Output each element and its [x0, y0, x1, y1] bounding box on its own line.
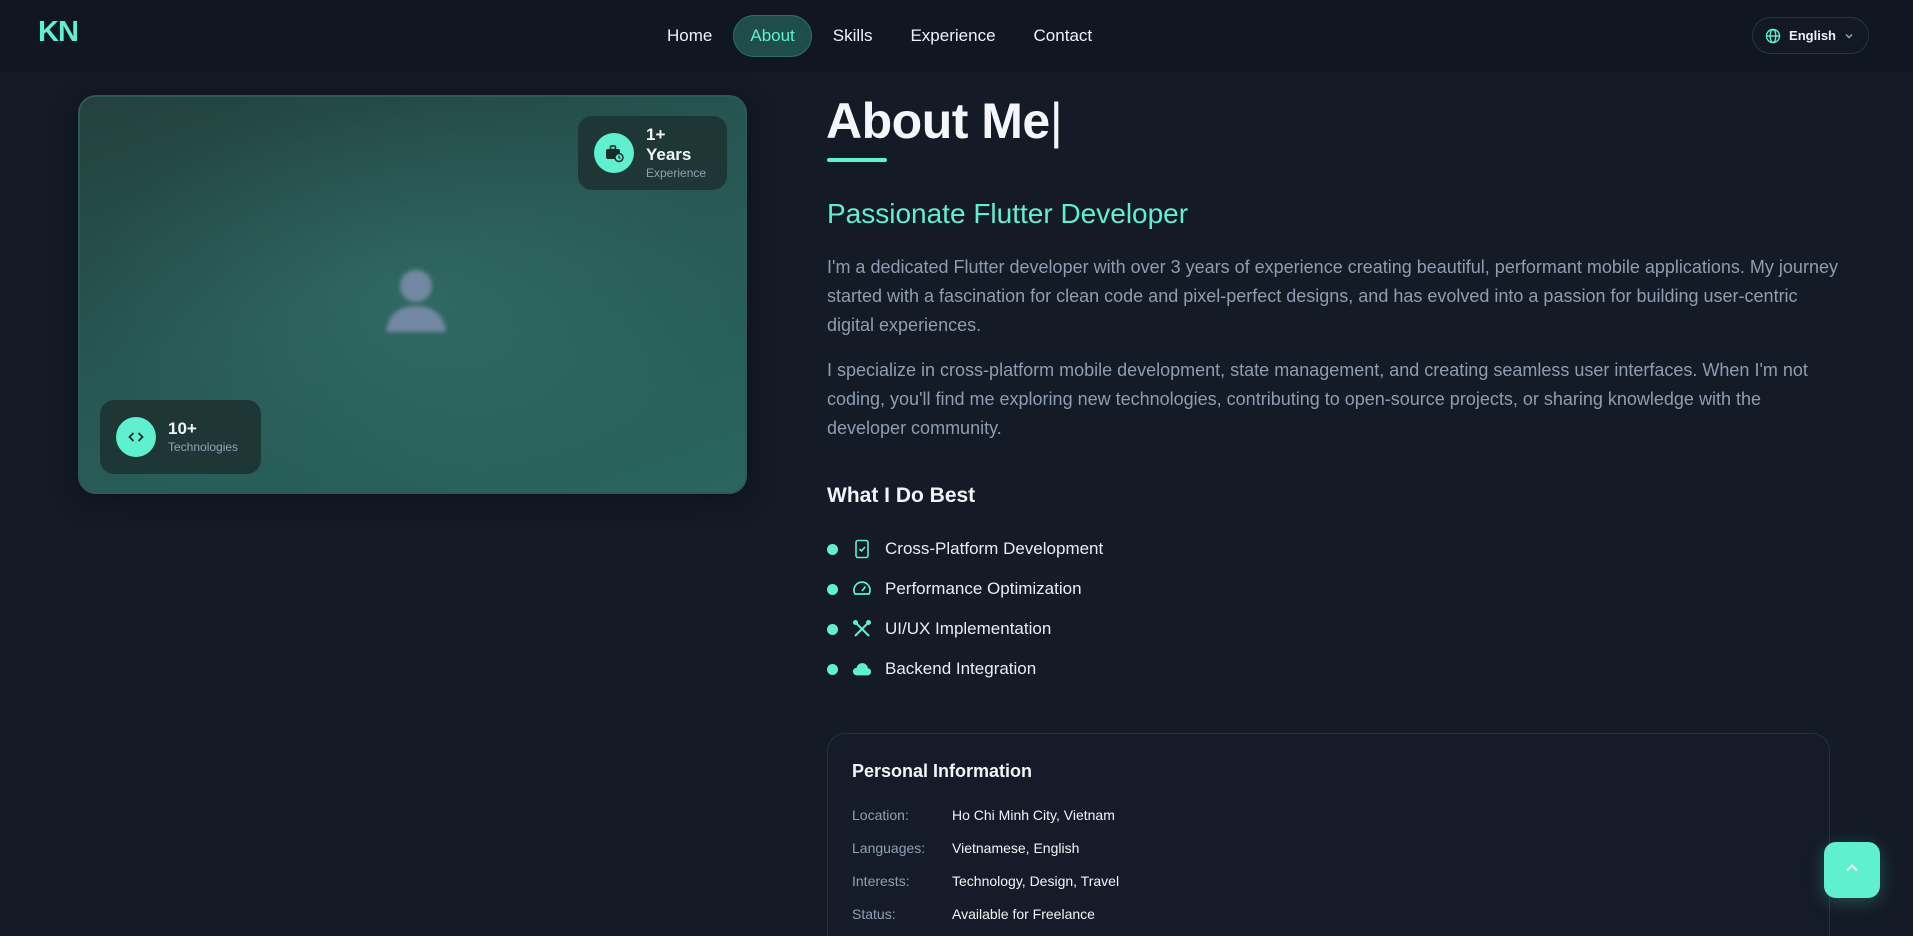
what-i-do-best-title: What I Do Best: [827, 484, 976, 507]
logo[interactable]: KN: [38, 16, 79, 49]
scroll-to-top-button[interactable]: [1824, 842, 1880, 898]
nav-item-skills[interactable]: Skills: [816, 15, 890, 57]
info-value: Vietnamese, English: [952, 840, 1080, 856]
technologies-value: 10+: [168, 419, 197, 438]
section-title: About Me: [826, 93, 1050, 149]
info-row-location: Location: Ho Chi Minh City, Vietnam: [852, 807, 1115, 823]
code-icon: [116, 417, 156, 457]
list-item: UI/UX Implementation: [827, 609, 1103, 649]
list-item: Backend Integration: [827, 649, 1103, 689]
personal-info-card: Personal Information Location: Ho Chi Mi…: [827, 733, 1830, 936]
what-i-do-best-list: Cross-Platform Development Performance O…: [827, 529, 1103, 689]
nav-menu: Home About Skills Experience Contact: [650, 15, 1109, 57]
list-item-label: Cross-Platform Development: [885, 539, 1104, 558]
technologies-badge: 10+ Technologies: [100, 400, 261, 474]
typing-caret: |: [1049, 93, 1063, 149]
briefcase-clock-icon: [594, 133, 634, 173]
bullet-dot: [827, 583, 838, 595]
info-row-interests: Interests: Technology, Design, Travel: [852, 873, 1119, 889]
person-placeholder-icon: [376, 260, 456, 340]
about-paragraph-1: I'm a dedicated Flutter developer with o…: [827, 257, 1838, 335]
chevron-down-icon: [1844, 31, 1854, 41]
list-item-label: UI/UX Implementation: [885, 619, 1052, 638]
nav-item-experience[interactable]: Experience: [893, 15, 1012, 57]
info-row-status: Status: Available for Freelance: [852, 906, 1095, 922]
info-value: Technology, Design, Travel: [952, 873, 1120, 889]
section-subtitle: Passionate Flutter Developer: [827, 198, 1189, 229]
bullet-dot: [827, 623, 838, 635]
nav-item-contact[interactable]: Contact: [1017, 15, 1110, 57]
info-label: Location:: [852, 807, 909, 823]
section-heading: About Me|: [826, 92, 1063, 150]
experience-badge: 1+ Years Experience: [578, 116, 727, 190]
speedometer-icon: [852, 579, 872, 599]
language-label: English: [1789, 28, 1836, 43]
about-paragraph-2: I specialize in cross-platform mobile de…: [827, 360, 1808, 438]
bullet-dot: [827, 663, 838, 675]
info-row-languages: Languages: Vietnamese, English: [852, 840, 1079, 856]
nav-item-about[interactable]: About: [733, 15, 812, 57]
heading-underline: [827, 158, 887, 162]
info-value: Ho Chi Minh City, Vietnam: [952, 807, 1115, 823]
nav-item-home[interactable]: Home: [650, 15, 729, 57]
info-value: Available for Freelance: [952, 906, 1095, 922]
info-label: Languages:: [852, 840, 926, 856]
info-label: Status:: [852, 906, 896, 922]
list-item: Performance Optimization: [827, 569, 1103, 609]
cloud-icon: [852, 659, 872, 679]
chevron-up-icon: [1843, 859, 1861, 882]
bullet-dot: [827, 543, 838, 555]
technologies-label: Technologies: [168, 440, 239, 454]
list-item: Cross-Platform Development: [827, 529, 1103, 569]
top-navigation: KN Home About Skills Experience Contact …: [0, 0, 1913, 72]
design-tools-icon: [852, 619, 872, 639]
info-label: Interests:: [852, 873, 910, 889]
profile-image-card: 1+ Years Experience 10+ Technologies: [78, 95, 747, 494]
personal-info-title: Personal Information: [852, 761, 1033, 781]
experience-value: 1+ Years: [646, 125, 692, 164]
list-item-label: Performance Optimization: [885, 579, 1082, 598]
mobile-check-icon: [852, 539, 872, 559]
globe-icon: [1765, 28, 1781, 44]
language-selector[interactable]: English: [1752, 17, 1869, 54]
experience-label: Experience: [646, 166, 707, 180]
list-item-label: Backend Integration: [885, 659, 1037, 678]
